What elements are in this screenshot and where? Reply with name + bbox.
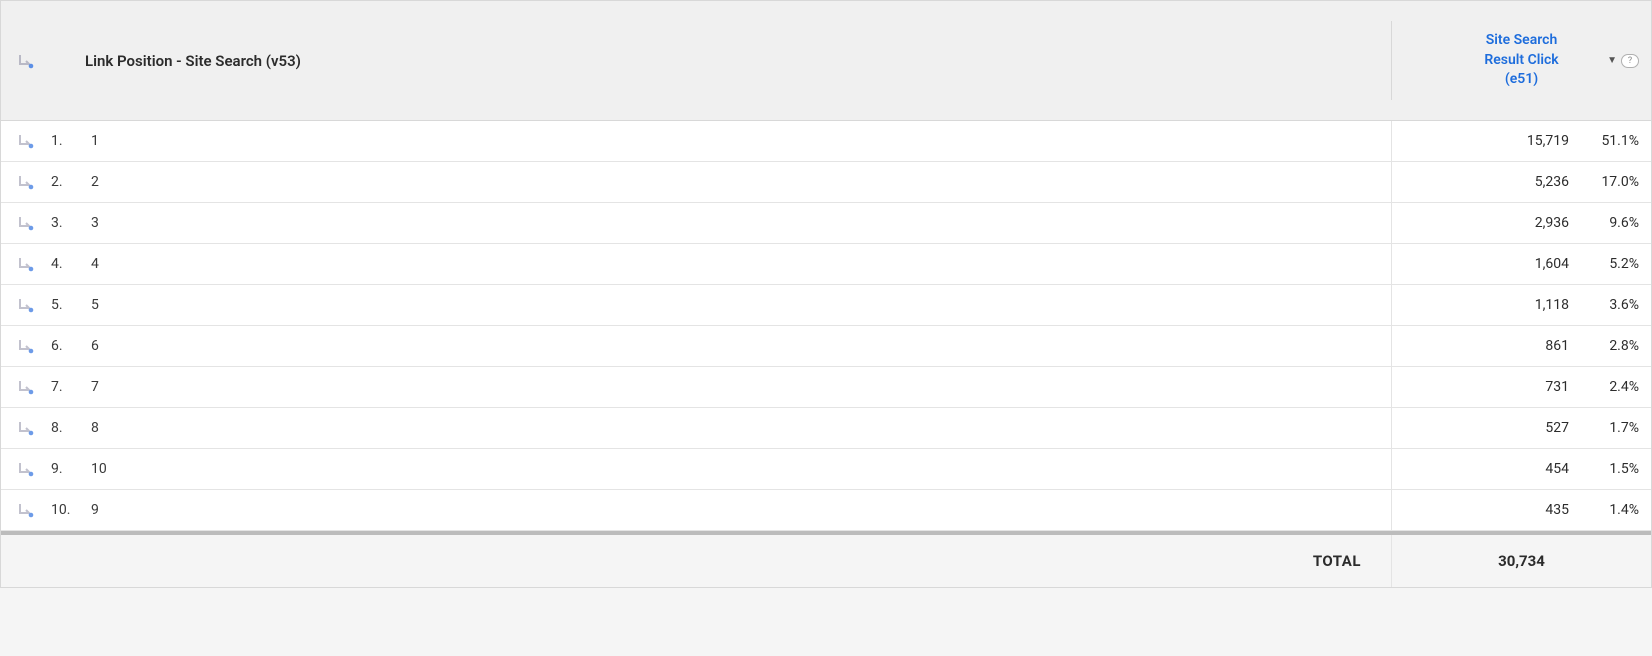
row-rank: 5. xyxy=(51,285,85,325)
row-metric-value: 2,936 xyxy=(1459,215,1569,231)
row-metric-percent: 17.0% xyxy=(1569,174,1639,190)
freeform-table: Link Position - Site Search (v53) Site S… xyxy=(0,0,1652,588)
row-metric-value: 861 xyxy=(1459,338,1569,354)
row-metric-cell: 7312.4% xyxy=(1391,367,1651,407)
row-metric-percent: 9.6% xyxy=(1569,215,1639,231)
row-metric-value: 454 xyxy=(1459,461,1569,477)
metric-label: Site Search Result Click (e51) xyxy=(1482,31,1562,90)
table-row[interactable]: 3.32,9369.6% xyxy=(1,203,1651,244)
row-metric-cell: 5271.7% xyxy=(1391,408,1651,448)
row-breakdown-icon[interactable] xyxy=(1,408,51,448)
row-rank: 1. xyxy=(51,121,85,161)
row-metric-percent: 1.7% xyxy=(1569,420,1639,436)
total-label: TOTAL xyxy=(1,535,1391,587)
row-metric-percent: 2.4% xyxy=(1569,379,1639,395)
row-rank: 3. xyxy=(51,203,85,243)
metric-header-controls: ▼ ? xyxy=(1607,54,1639,68)
row-rank: 7. xyxy=(51,367,85,407)
row-breakdown-icon[interactable] xyxy=(1,285,51,325)
row-breakdown-icon[interactable] xyxy=(1,326,51,366)
row-dimension-value[interactable]: 7 xyxy=(85,367,1391,407)
row-metric-cell: 5,23617.0% xyxy=(1391,162,1651,202)
row-metric-cell: 1,6045.2% xyxy=(1391,244,1651,284)
row-metric-percent: 1.5% xyxy=(1569,461,1639,477)
row-breakdown-icon[interactable] xyxy=(1,203,51,243)
total-metric-value: 30,734 xyxy=(1391,535,1651,587)
row-metric-percent: 5.2% xyxy=(1569,256,1639,272)
row-metric-cell: 15,71951.1% xyxy=(1391,121,1651,161)
row-dimension-value[interactable]: 1 xyxy=(85,121,1391,161)
dimension-column-header[interactable]: Link Position - Site Search (v53) xyxy=(51,52,1391,70)
row-metric-value: 435 xyxy=(1459,502,1569,518)
metric-column-header[interactable]: Site Search Result Click (e51) ▼ ? xyxy=(1391,21,1651,100)
row-rank: 4. xyxy=(51,244,85,284)
row-metric-value: 1,604 xyxy=(1459,256,1569,272)
row-dimension-value[interactable]: 3 xyxy=(85,203,1391,243)
row-dimension-value[interactable]: 8 xyxy=(85,408,1391,448)
table-row[interactable]: 7.77312.4% xyxy=(1,367,1651,408)
total-row: TOTAL 30,734 xyxy=(1,535,1651,587)
table-header-row: Link Position - Site Search (v53) Site S… xyxy=(1,1,1651,121)
table-row[interactable]: 8.85271.7% xyxy=(1,408,1651,449)
dimension-breakdown-icon[interactable] xyxy=(1,52,51,70)
row-metric-percent: 2.8% xyxy=(1569,338,1639,354)
row-dimension-value[interactable]: 10 xyxy=(85,449,1391,489)
row-metric-cell: 2,9369.6% xyxy=(1391,203,1651,243)
sort-descending-icon[interactable]: ▼ xyxy=(1607,55,1617,66)
row-breakdown-icon[interactable] xyxy=(1,449,51,489)
row-metric-percent: 51.1% xyxy=(1569,133,1639,149)
row-dimension-value[interactable]: 9 xyxy=(85,490,1391,530)
row-dimension-value[interactable]: 2 xyxy=(85,162,1391,202)
row-metric-value: 731 xyxy=(1459,379,1569,395)
row-breakdown-icon[interactable] xyxy=(1,490,51,530)
row-metric-cell: 4351.4% xyxy=(1391,490,1651,530)
table-row[interactable]: 4.41,6045.2% xyxy=(1,244,1651,285)
row-metric-value: 527 xyxy=(1459,420,1569,436)
row-metric-cell: 1,1183.6% xyxy=(1391,285,1651,325)
row-metric-value: 15,719 xyxy=(1459,133,1569,149)
row-breakdown-icon[interactable] xyxy=(1,162,51,202)
table-row[interactable]: 1.115,71951.1% xyxy=(1,121,1651,162)
row-breakdown-icon[interactable] xyxy=(1,244,51,284)
help-icon[interactable]: ? xyxy=(1621,54,1639,68)
table-row[interactable]: 10.94351.4% xyxy=(1,490,1651,531)
row-metric-percent: 3.6% xyxy=(1569,297,1639,313)
row-metric-value: 5,236 xyxy=(1459,174,1569,190)
table-row[interactable]: 2.25,23617.0% xyxy=(1,162,1651,203)
row-dimension-value[interactable]: 6 xyxy=(85,326,1391,366)
dimension-label: Link Position - Site Search (v53) xyxy=(85,52,301,70)
row-rank: 6. xyxy=(51,326,85,366)
row-rank: 9. xyxy=(51,449,85,489)
row-breakdown-icon[interactable] xyxy=(1,367,51,407)
row-metric-cell: 8612.8% xyxy=(1391,326,1651,366)
table-row[interactable]: 5.51,1183.6% xyxy=(1,285,1651,326)
table-row[interactable]: 6.68612.8% xyxy=(1,326,1651,367)
row-rank: 10. xyxy=(51,490,85,530)
row-breakdown-icon[interactable] xyxy=(1,121,51,161)
row-metric-cell: 4541.5% xyxy=(1391,449,1651,489)
row-dimension-value[interactable]: 5 xyxy=(85,285,1391,325)
row-rank: 2. xyxy=(51,162,85,202)
row-metric-value: 1,118 xyxy=(1459,297,1569,313)
row-metric-percent: 1.4% xyxy=(1569,502,1639,518)
row-dimension-value[interactable]: 4 xyxy=(85,244,1391,284)
row-rank: 8. xyxy=(51,408,85,448)
table-row[interactable]: 9.104541.5% xyxy=(1,449,1651,490)
